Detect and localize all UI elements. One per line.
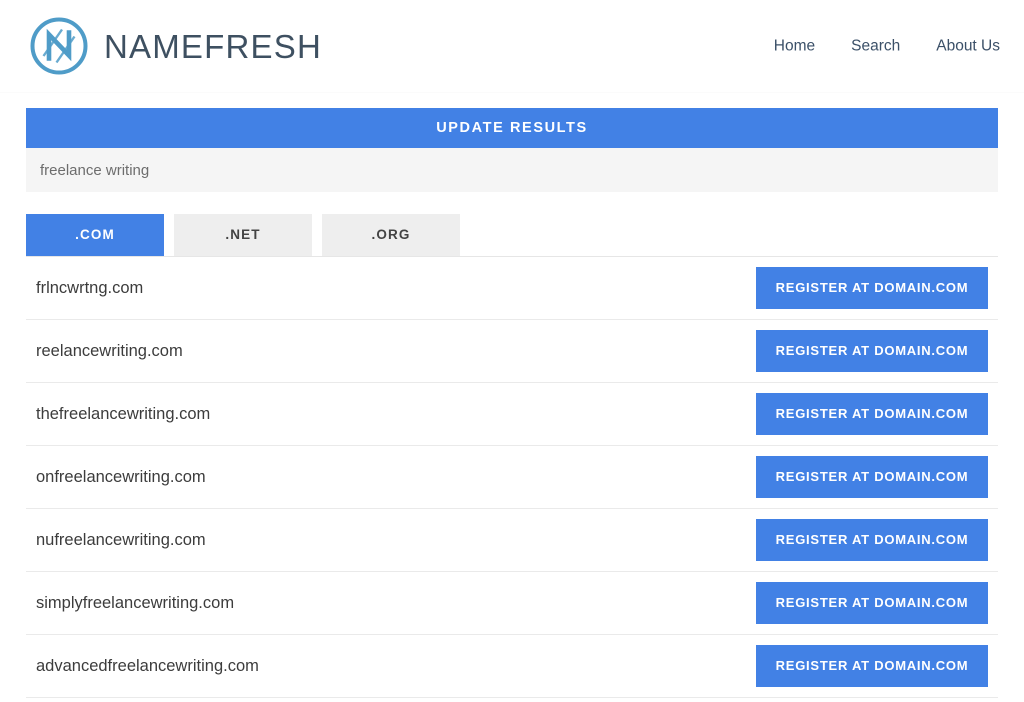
brand-name: NAMEFRESH: [104, 30, 322, 63]
nav-item-about-us[interactable]: About Us: [936, 38, 1000, 54]
update-results-button[interactable]: UPDATE RESULTS: [26, 108, 998, 148]
domain-name: frlncwrtng.com: [36, 279, 143, 298]
domain-name: simplyfreelancewriting.com: [36, 594, 234, 613]
tab-com[interactable]: .COM: [26, 214, 164, 256]
domain-name: nufreelancewriting.com: [36, 531, 206, 550]
main-navigation: Home Search About Us: [774, 38, 1000, 54]
site-header: NAMEFRESH Home Search About Us: [0, 0, 1024, 93]
table-row: simplyfreelancewriting.com REGISTER AT D…: [26, 572, 998, 635]
domain-name: advancedfreelancewriting.com: [36, 657, 259, 676]
domain-name: onfreelancewriting.com: [36, 468, 206, 487]
table-row: onfreelancewriting.com REGISTER AT DOMAI…: [26, 446, 998, 509]
register-button[interactable]: REGISTER AT DOMAIN.COM: [756, 456, 988, 498]
table-row: frlncwrtng.com REGISTER AT DOMAIN.COM: [26, 257, 998, 320]
register-button[interactable]: REGISTER AT DOMAIN.COM: [756, 267, 988, 309]
table-row: thefreelancewriting.com REGISTER AT DOMA…: [26, 383, 998, 446]
domain-name: reelancewriting.com: [36, 342, 183, 361]
register-button[interactable]: REGISTER AT DOMAIN.COM: [756, 645, 988, 687]
register-button[interactable]: REGISTER AT DOMAIN.COM: [756, 519, 988, 561]
main-content: UPDATE RESULTS .COM .NET .ORG frlncwrtng…: [26, 93, 998, 698]
domain-name: thefreelancewriting.com: [36, 405, 210, 424]
register-button[interactable]: REGISTER AT DOMAIN.COM: [756, 330, 988, 372]
tld-tab-bar: .COM .NET .ORG: [26, 214, 998, 257]
register-button[interactable]: REGISTER AT DOMAIN.COM: [756, 582, 988, 624]
search-input[interactable]: [26, 148, 998, 192]
table-row: nufreelancewriting.com REGISTER AT DOMAI…: [26, 509, 998, 572]
nav-item-search[interactable]: Search: [851, 38, 900, 54]
domain-results-list: frlncwrtng.com REGISTER AT DOMAIN.COM re…: [26, 257, 998, 698]
nav-item-home[interactable]: Home: [774, 38, 815, 54]
tab-net[interactable]: .NET: [174, 214, 312, 256]
namefresh-circle-n-monogram-icon: [28, 15, 90, 77]
tab-org[interactable]: .ORG: [322, 214, 460, 256]
register-button[interactable]: REGISTER AT DOMAIN.COM: [756, 393, 988, 435]
table-row: reelancewriting.com REGISTER AT DOMAIN.C…: [26, 320, 998, 383]
brand-logo-link[interactable]: NAMEFRESH: [28, 15, 322, 77]
table-row: advancedfreelancewriting.com REGISTER AT…: [26, 635, 998, 698]
